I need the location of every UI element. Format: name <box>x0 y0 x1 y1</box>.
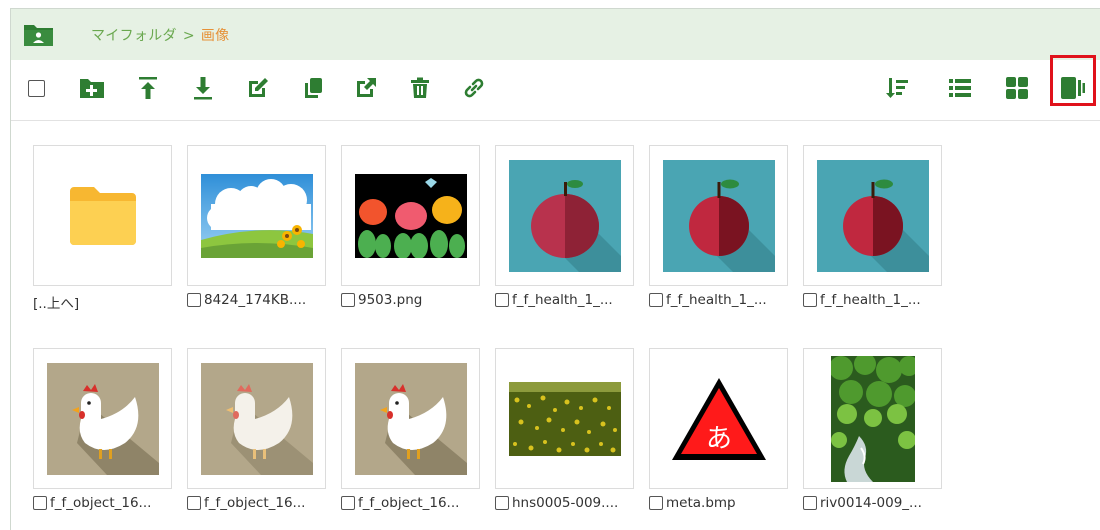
file-tile[interactable]: f_f_health_1_... <box>803 145 942 308</box>
apple-thumbnail[interactable] <box>803 145 942 286</box>
link-icon[interactable] <box>460 74 488 102</box>
sort-icon[interactable] <box>883 74 911 102</box>
file-caption: riv0014-009_... <box>803 495 942 511</box>
file-caption: f_f_object_16... <box>33 495 172 511</box>
tulips-thumbnail[interactable] <box>341 145 480 286</box>
toolbar <box>11 55 1100 121</box>
file-checkbox[interactable] <box>187 293 201 307</box>
file-tile[interactable]: f_f_health_1_... <box>649 145 788 308</box>
parent-folder-thumbnail[interactable] <box>33 145 172 286</box>
breadcrumb: マイフォルダ > 画像 <box>91 25 229 45</box>
breadcrumb-root[interactable]: マイフォルダ <box>91 28 177 44</box>
chicken-thumbnail[interactable] <box>33 348 172 489</box>
file-caption: hns0005-009.... <box>495 495 634 511</box>
file-caption: f_f_health_1_... <box>649 292 788 308</box>
landscape-thumbnail[interactable] <box>187 145 326 286</box>
open-external-icon[interactable] <box>352 74 380 102</box>
select-all-checkbox[interactable] <box>28 80 45 97</box>
active-view-highlight <box>1050 55 1096 106</box>
river-thumbnail[interactable] <box>803 348 942 489</box>
copy-icon[interactable] <box>299 74 327 102</box>
new-folder-icon[interactable] <box>78 74 106 102</box>
file-checkbox[interactable] <box>341 496 355 510</box>
header-bar: マイフォルダ > 画像 <box>11 9 1100 60</box>
download-icon[interactable] <box>189 74 217 102</box>
file-checkbox[interactable] <box>649 293 663 307</box>
flower-field-thumbnail[interactable] <box>495 348 634 489</box>
tile-view-icon[interactable] <box>1003 74 1031 102</box>
file-tile[interactable]: riv0014-009_... <box>803 348 942 511</box>
file-tile[interactable]: f_f_health_1_... <box>495 145 634 308</box>
file-checkbox[interactable] <box>187 496 201 510</box>
folder-home-icon[interactable] <box>22 22 55 48</box>
file-tile[interactable]: 9503.png <box>341 145 480 308</box>
apple-blurred-thumbnail[interactable] <box>495 145 634 286</box>
file-caption: f_f_health_1_... <box>495 292 634 308</box>
file-tile[interactable]: [..上へ] <box>33 145 172 312</box>
file-checkbox[interactable] <box>649 496 663 510</box>
file-tile[interactable]: f_f_object_16... <box>187 348 326 511</box>
file-caption: f_f_object_16... <box>187 495 326 511</box>
delete-icon[interactable] <box>406 74 434 102</box>
file-checkbox[interactable] <box>341 293 355 307</box>
file-caption: meta.bmp <box>649 495 788 511</box>
file-tile[interactable]: f_f_object_16... <box>33 348 172 511</box>
warning-glyph: あ <box>705 424 731 454</box>
folder-icon <box>69 186 136 245</box>
file-checkbox[interactable] <box>495 496 509 510</box>
file-caption: 9503.png <box>341 292 480 308</box>
chicken-thumbnail[interactable] <box>341 348 480 489</box>
file-checkbox[interactable] <box>803 293 817 307</box>
list-view-icon[interactable] <box>946 74 974 102</box>
file-checkbox[interactable] <box>803 496 817 510</box>
file-tile[interactable]: あ meta.bmp <box>649 348 788 511</box>
apple-thumbnail[interactable] <box>649 145 788 286</box>
file-tile[interactable]: f_f_object_16... <box>341 348 480 511</box>
breadcrumb-separator: > <box>182 28 195 44</box>
file-tile[interactable]: 8424_174KB.... <box>187 145 326 308</box>
breadcrumb-current: 画像 <box>200 28 230 44</box>
file-checkbox[interactable] <box>495 293 509 307</box>
file-caption: f_f_object_16... <box>341 495 480 511</box>
file-checkbox[interactable] <box>33 496 47 510</box>
file-caption: 8424_174KB.... <box>187 292 326 308</box>
file-caption: f_f_health_1_... <box>803 292 942 308</box>
chicken-blurred-thumbnail[interactable] <box>187 348 326 489</box>
upload-icon[interactable] <box>134 74 162 102</box>
file-tile[interactable]: hns0005-009.... <box>495 348 634 511</box>
warning-sign-thumbnail[interactable]: あ <box>649 348 788 489</box>
file-caption: [..上へ] <box>33 296 80 312</box>
edit-icon[interactable] <box>244 74 272 102</box>
